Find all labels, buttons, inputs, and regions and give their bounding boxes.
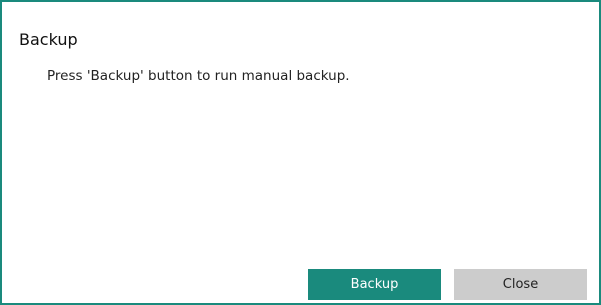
backup-dialog: Backup Press 'Backup' button to run manu…: [0, 0, 601, 305]
dialog-message: Press 'Backup' button to run manual back…: [47, 68, 350, 84]
backup-button[interactable]: Backup: [308, 269, 441, 300]
close-button[interactable]: Close: [454, 269, 587, 300]
dialog-title: Backup: [19, 30, 78, 49]
